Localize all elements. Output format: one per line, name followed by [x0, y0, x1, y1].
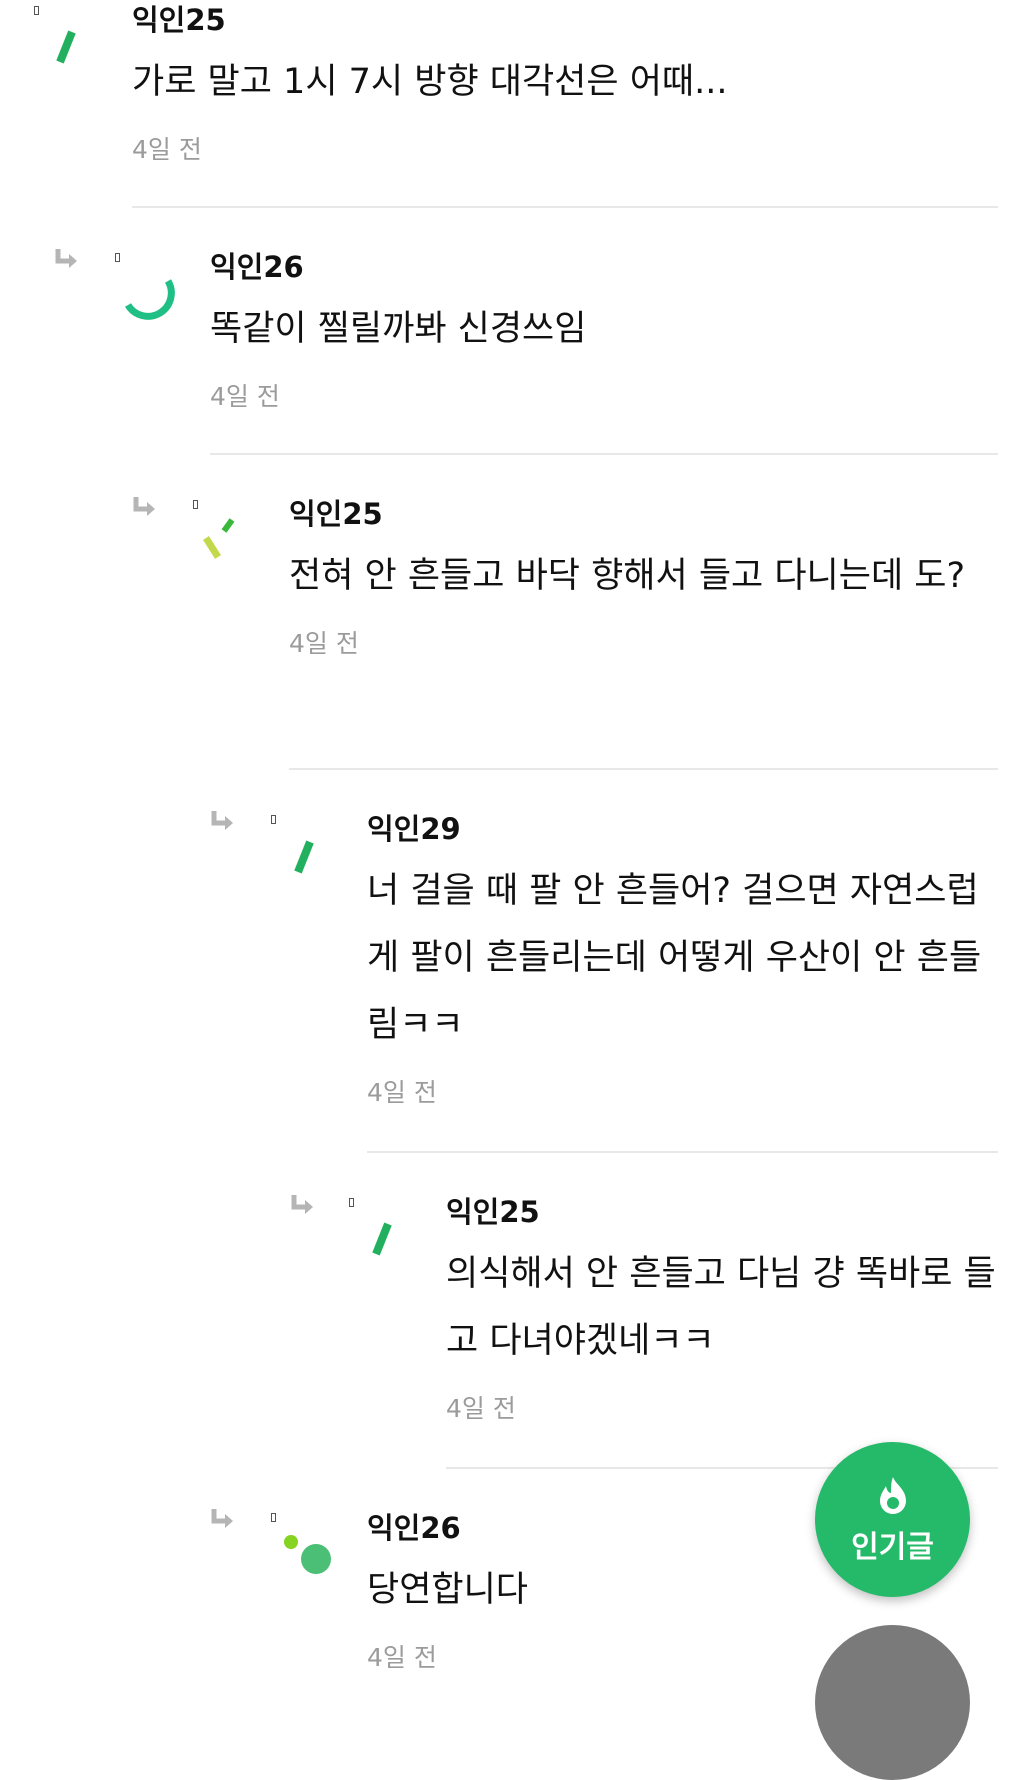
divider — [289, 768, 998, 770]
secondary-floating-button[interactable] — [815, 1625, 970, 1780]
avatar — [56, 30, 76, 64]
flame-icon — [879, 1476, 906, 1514]
avatar — [125, 279, 175, 320]
comment-text: 똑같이 찔릴까봐 신경쓰임 — [210, 309, 587, 349]
comment-time: 4일 전 — [289, 629, 359, 658]
comment-text: 너 걸을 때 팔 안 흔들어? 걸으면 자연스럽게 팔이 흔들리는데 어떻게 우… — [367, 871, 982, 1045]
comment-time: 4일 전 — [367, 1078, 437, 1107]
comment-time: 4일 전 — [210, 382, 280, 411]
avatar — [203, 518, 235, 559]
comment-author[interactable]: 익인25 — [132, 2, 998, 38]
comment-author[interactable]: 익인26 — [210, 249, 998, 285]
comment-author[interactable]: 익인25 — [446, 1194, 998, 1230]
avatar — [284, 1535, 331, 1574]
reply-arrow-icon — [211, 1509, 233, 1528]
comment-time: 4일 전 — [446, 1394, 516, 1423]
comment-time: 4일 전 — [132, 135, 202, 164]
divider — [210, 453, 998, 455]
reply-arrow-icon — [133, 497, 155, 516]
avatar — [294, 840, 314, 874]
comment-author[interactable]: 익인25 — [289, 496, 998, 532]
popular-posts-button[interactable]: 인기글 — [815, 1442, 970, 1597]
comment-text: 전혀 안 흔들고 바닥 향해서 들고 다니는데 도? — [289, 556, 966, 596]
reply-arrow-icon — [55, 249, 77, 268]
reply-arrow-icon — [291, 1195, 313, 1214]
comment-text: 가로 말고 1시 7시 방향 대각선은 어때... — [132, 62, 728, 102]
divider — [132, 206, 998, 208]
badge-icon — [34, 6, 39, 15]
comment-text: 의식해서 안 흔들고 다님 걍 똑바로 들고 다녀야겠네ㅋㅋ — [446, 1254, 996, 1361]
divider — [367, 1151, 998, 1153]
avatar — [372, 1222, 392, 1256]
comment-author[interactable]: 익인29 — [367, 811, 998, 847]
reply-arrow-icon — [211, 811, 233, 830]
fab-label: 인기글 — [851, 1529, 934, 1565]
